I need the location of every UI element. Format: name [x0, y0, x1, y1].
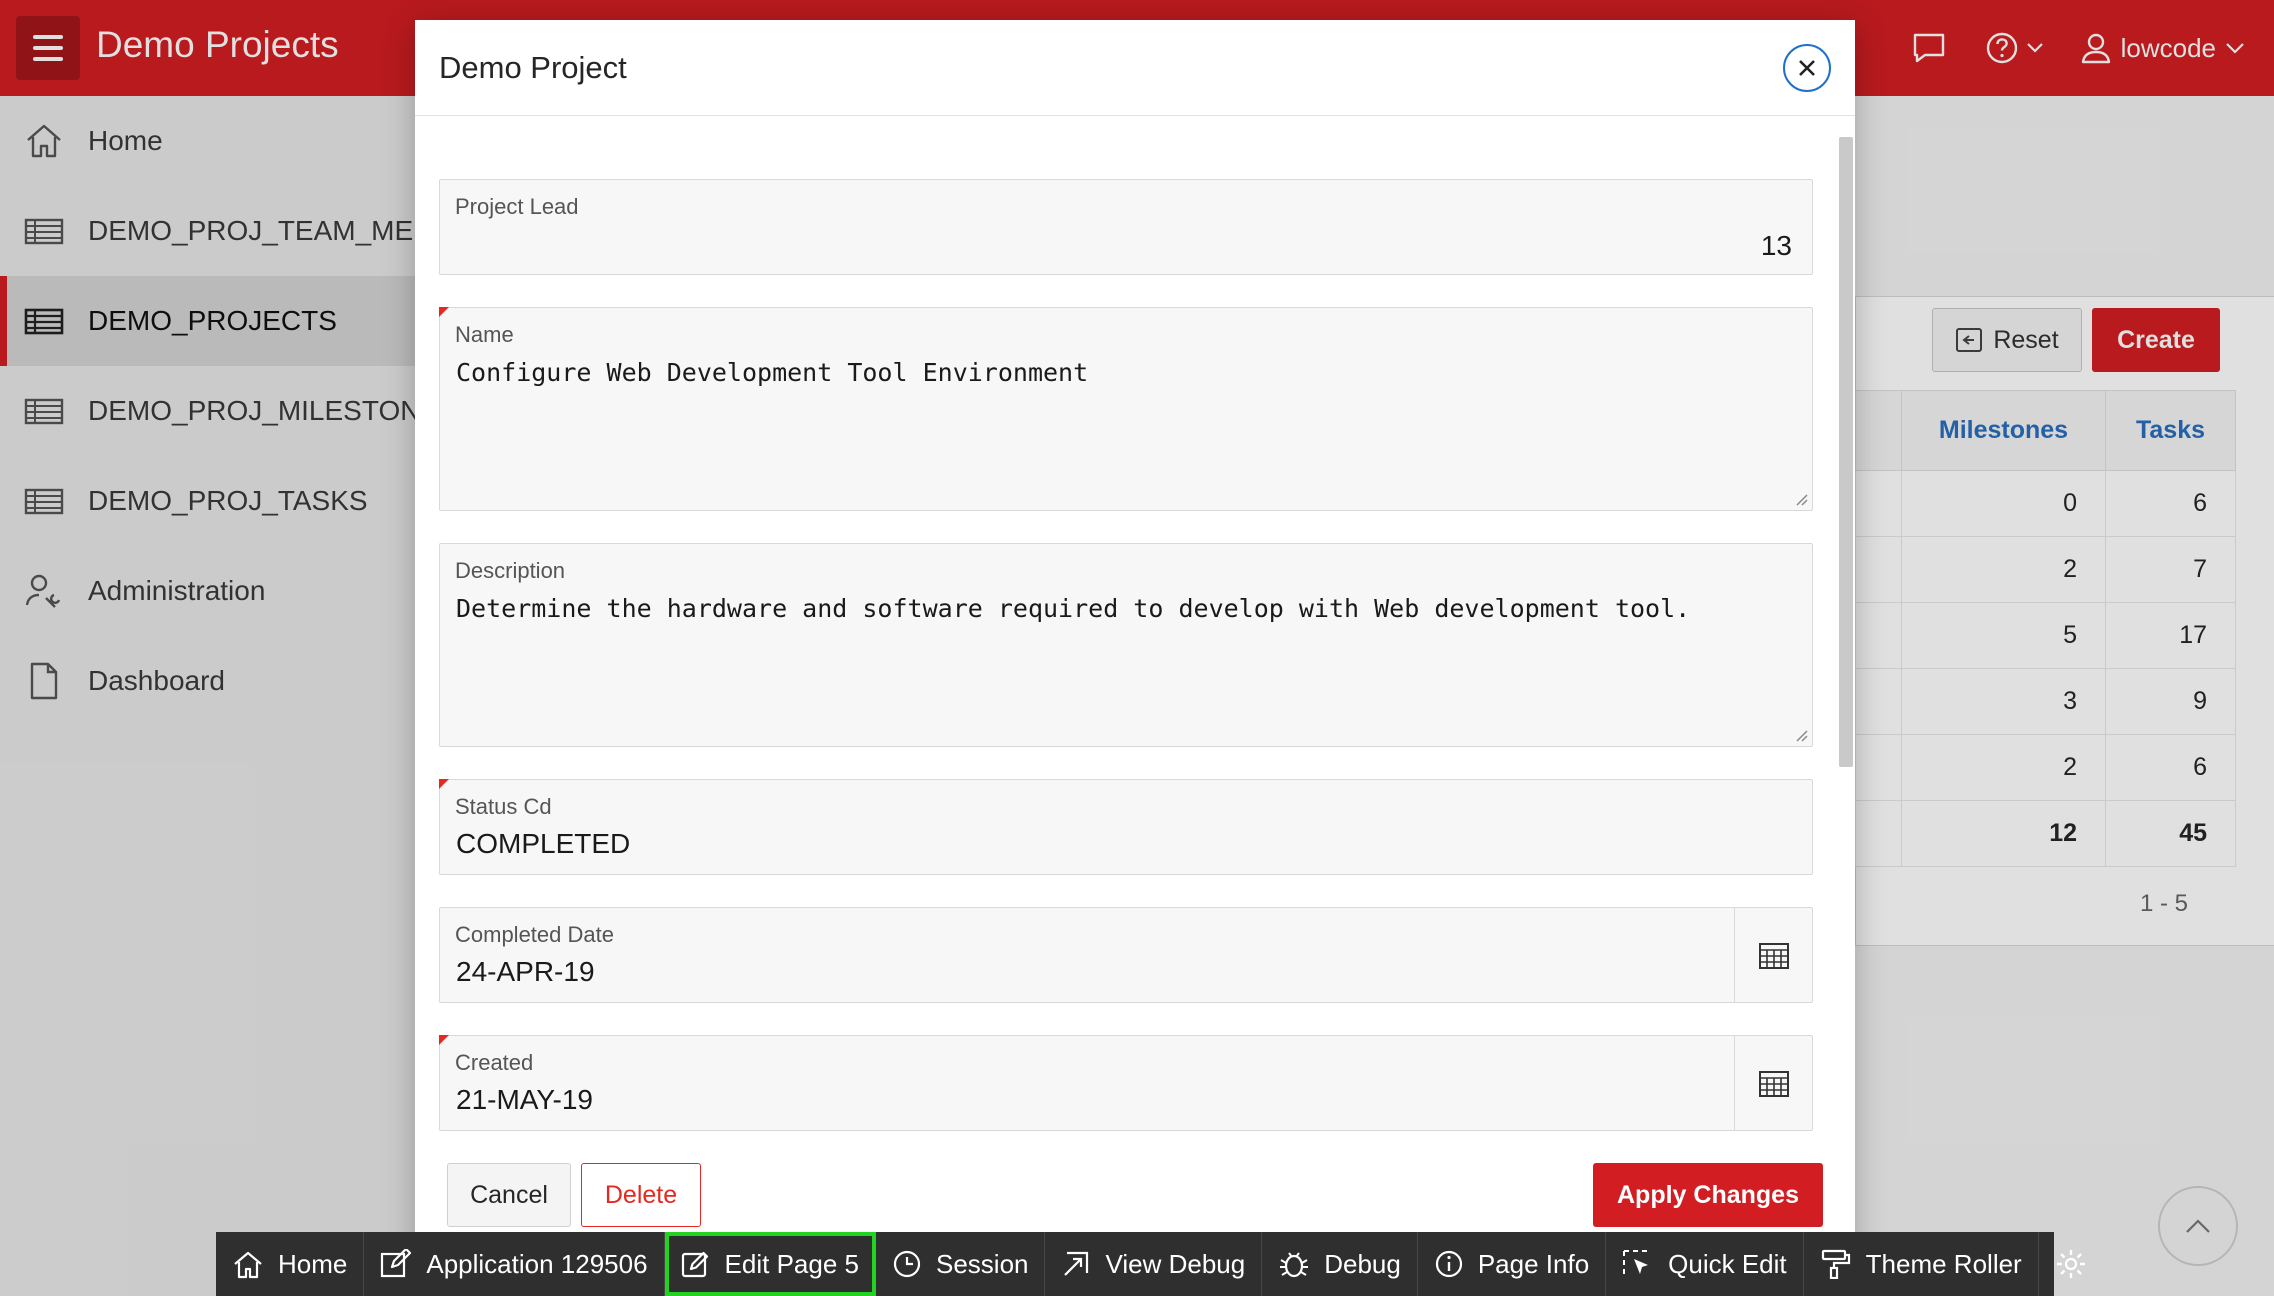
dev-toolbar-theme-roller[interactable]: Theme Roller	[1804, 1232, 2039, 1296]
dev-toolbar-session[interactable]: Session	[876, 1232, 1046, 1296]
description-field[interactable]: Description Determine the hardware and s…	[439, 543, 1813, 747]
calendar-icon	[1758, 1071, 1789, 1097]
created-field[interactable]: Created 21-MAY-19	[439, 1035, 1813, 1131]
name-textarea[interactable]: Configure Web Development Tool Environme…	[456, 358, 1088, 387]
dialog-body: Project Lead 13 Name Configure Web Devel…	[415, 117, 1855, 1147]
description-textarea[interactable]: Determine the hardware and software requ…	[456, 594, 1690, 623]
dialog-header: Demo Project	[415, 20, 1855, 116]
gear-icon	[2056, 1250, 2085, 1278]
close-icon	[1799, 60, 1815, 76]
status-cd-value[interactable]: COMPLETED	[456, 828, 630, 860]
clock-icon	[893, 1250, 921, 1278]
completed-date-value[interactable]: 24-APR-19	[456, 956, 595, 988]
project-lead-value[interactable]: 13	[1761, 230, 1792, 262]
dev-toolbar-label: Theme Roller	[1865, 1248, 2022, 1279]
cursor-select-icon	[1623, 1250, 1649, 1274]
created-date-picker-button[interactable]	[1734, 1036, 1812, 1130]
dev-toolbar-label: View Debug	[1105, 1248, 1246, 1279]
edit-icon	[381, 1249, 412, 1278]
developer-toolbar: Home Application 129506 Edit Page 5 Sess…	[216, 1232, 2085, 1296]
dev-toolbar-label: Quick Edit	[1668, 1248, 1787, 1279]
field-label: Completed Date	[455, 922, 614, 947]
dev-toolbar-debug[interactable]: Debug	[1262, 1232, 1418, 1296]
apply-changes-button[interactable]: Apply Changes	[1593, 1163, 1823, 1227]
dev-toolbar-settings[interactable]	[2039, 1232, 2103, 1296]
dev-toolbar-view-debug[interactable]: View Debug	[1045, 1232, 1263, 1296]
delete-button[interactable]: Delete	[581, 1163, 701, 1227]
dialog-title: Demo Project	[439, 49, 627, 85]
status-cd-field[interactable]: Status Cd COMPLETED	[439, 779, 1813, 875]
info-icon	[1435, 1250, 1462, 1278]
dev-toolbar-label: Home	[278, 1248, 348, 1279]
resize-handle-icon[interactable]	[1794, 728, 1808, 742]
project-lead-field[interactable]: Project Lead 13	[439, 179, 1813, 275]
dev-toolbar-label: Application 129506	[426, 1248, 648, 1279]
field-label: Created	[455, 1050, 534, 1075]
dev-toolbar-page-info[interactable]: Page Info	[1418, 1232, 1607, 1296]
field-label: Status Cd	[455, 794, 552, 819]
completed-date-field[interactable]: Completed Date 24-APR-19	[439, 907, 1813, 1003]
name-field[interactable]: Name Configure Web Development Tool Envi…	[439, 307, 1813, 511]
home-icon	[234, 1251, 262, 1279]
calendar-icon	[1758, 943, 1789, 969]
bug-icon	[1280, 1252, 1309, 1278]
external-icon	[1064, 1251, 1089, 1276]
cancel-button[interactable]: Cancel	[447, 1163, 571, 1227]
close-dialog-button[interactable]	[1783, 44, 1831, 92]
dev-toolbar-label: Debug	[1324, 1248, 1401, 1279]
dev-toolbar-label: Session	[935, 1248, 1029, 1279]
pencil-icon	[681, 1251, 708, 1278]
field-label: Project Lead	[455, 194, 579, 219]
completed-date-picker-button[interactable]	[1734, 908, 1812, 1002]
dev-toolbar-home[interactable]: Home	[216, 1232, 365, 1296]
created-value[interactable]: 21-MAY-19	[456, 1084, 593, 1116]
dev-toolbar-label: Edit Page 5	[724, 1248, 859, 1279]
dev-toolbar-quick-edit[interactable]: Quick Edit	[1606, 1232, 1804, 1296]
dev-toolbar-application[interactable]: Application 129506	[364, 1232, 665, 1296]
resize-handle-icon[interactable]	[1794, 492, 1808, 506]
dev-toolbar-label: Page Info	[1477, 1248, 1590, 1279]
demo-project-dialog: Demo Project Project Lead 13 Name Config…	[415, 20, 1855, 1296]
field-label: Name	[455, 322, 514, 347]
dialog-scrollbar[interactable]	[1839, 137, 1853, 767]
field-label: Description	[455, 558, 566, 583]
paint-roller-icon	[1821, 1249, 1850, 1279]
dev-toolbar-edit-page[interactable]: Edit Page 5	[664, 1232, 876, 1296]
